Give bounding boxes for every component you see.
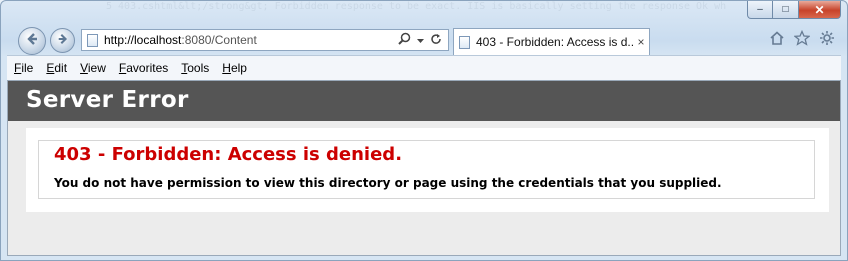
forward-button[interactable] — [50, 28, 75, 53]
back-arrow-icon — [25, 32, 39, 50]
page-content: Server Error 403 - Forbidden: Access is … — [7, 80, 841, 256]
star-icon[interactable] — [793, 29, 811, 51]
browser-window: 5 403.cshtml&lt;/strong&gt; Forbidden re… — [0, 0, 848, 261]
minimize-button[interactable]: – — [747, 1, 773, 19]
search-icon[interactable] — [398, 32, 411, 48]
server-error-header: Server Error — [8, 81, 840, 121]
menu-help[interactable]: Help — [215, 61, 253, 75]
home-icon[interactable] — [769, 30, 785, 51]
back-button[interactable] — [18, 27, 46, 55]
menu-bar: File Edit View Favorites Tools Help — [7, 55, 841, 81]
error-message: You do not have permission to view this … — [54, 176, 722, 190]
menu-edit[interactable]: Edit — [39, 61, 73, 75]
close-window-button[interactable]: ✕ — [799, 1, 841, 19]
address-bar[interactable]: http://localhost:8080/Content — [81, 29, 449, 51]
browser-toolbar-right — [769, 29, 835, 51]
maximize-button[interactable]: □ — [773, 1, 799, 19]
menu-favorites[interactable]: Favorites — [112, 61, 174, 75]
forward-arrow-icon — [57, 32, 69, 49]
error-box: 403 - Forbidden: Access is denied. You d… — [38, 140, 815, 199]
dropdown-arrow-icon[interactable] — [417, 33, 424, 47]
page-icon — [87, 33, 98, 47]
tab-title: 403 - Forbidden: Access is d... — [476, 35, 633, 49]
browser-tab[interactable]: 403 - Forbidden: Access is d... × — [453, 28, 650, 55]
address-url[interactable]: http://localhost:8080/Content — [104, 33, 398, 47]
background-window-text: 5 403.cshtml&lt;/strong&gt; Forbidden re… — [106, 1, 726, 12]
gear-icon[interactable] — [819, 30, 835, 51]
error-title: 403 - Forbidden: Access is denied. — [54, 144, 403, 165]
page-title: Server Error — [26, 87, 189, 113]
menu-tools[interactable]: Tools — [174, 61, 215, 75]
tab-page-icon — [459, 35, 470, 49]
menu-view[interactable]: View — [73, 61, 112, 75]
tab-close-button[interactable]: × — [633, 35, 649, 49]
refresh-icon[interactable] — [430, 33, 442, 48]
menu-file[interactable]: File — [7, 61, 39, 75]
window-controls: – □ ✕ — [747, 1, 841, 21]
error-panel: 403 - Forbidden: Access is denied. You d… — [26, 128, 829, 212]
